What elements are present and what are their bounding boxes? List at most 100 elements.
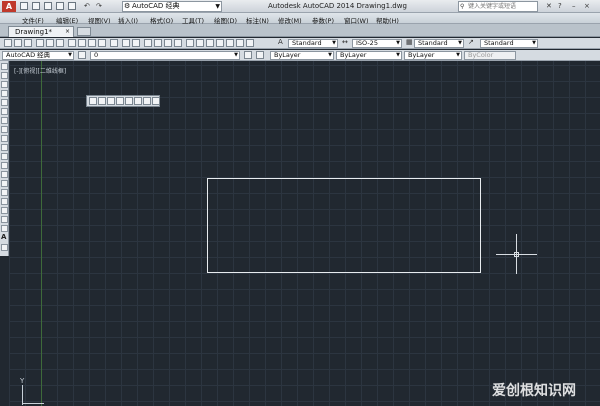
help-icon[interactable]: [246, 39, 254, 47]
calculator-icon[interactable]: [236, 39, 244, 47]
insert-block-icon[interactable]: [1, 162, 8, 169]
new-tab-button[interactable]: [77, 27, 91, 36]
table-style-value: Standard: [418, 39, 448, 47]
block-editor-icon[interactable]: [110, 39, 118, 47]
binoculars-icon: ⚲: [460, 3, 465, 10]
dim-style-select[interactable]: ISO-25 ▼: [352, 39, 402, 48]
ellipse-arc-icon[interactable]: [1, 153, 8, 160]
close-icon[interactable]: ×: [584, 2, 590, 10]
zoom-out-icon[interactable]: [143, 97, 151, 105]
multiline-text-icon[interactable]: A: [1, 233, 6, 241]
sheet-set-icon[interactable]: [216, 39, 224, 47]
copy-icon[interactable]: [78, 39, 86, 47]
chevron-down-icon: ▼: [332, 40, 336, 46]
undo-icon[interactable]: ↶: [84, 2, 90, 10]
circle-icon[interactable]: [1, 117, 8, 124]
chevron-down-icon: ▼: [396, 52, 400, 58]
publish-icon[interactable]: [56, 39, 64, 47]
linetype-value: ByLayer: [340, 51, 367, 59]
region-icon[interactable]: [1, 207, 8, 214]
chevron-down-icon: ▼: [396, 40, 400, 46]
layer-select[interactable]: 0 ▼: [90, 51, 240, 60]
zoom-realtime-icon[interactable]: [154, 39, 162, 47]
zoom-object-icon[interactable]: [125, 97, 133, 105]
new-file-icon[interactable]: [4, 39, 12, 47]
make-block-icon[interactable]: [1, 171, 8, 178]
point-icon[interactable]: [1, 180, 8, 187]
construction-line-icon[interactable]: [1, 72, 8, 79]
redo-icon[interactable]: ↷: [96, 2, 102, 10]
draw-toolbar: A: [0, 61, 9, 256]
tool-palettes-icon[interactable]: [206, 39, 214, 47]
search-input[interactable]: ⚲ 键入关键字或短语: [458, 1, 538, 12]
line-icon[interactable]: [1, 63, 8, 70]
chevron-down-icon: ▼: [234, 52, 238, 58]
new-file-icon[interactable]: [20, 2, 28, 10]
open-file-icon[interactable]: [32, 2, 40, 10]
layer-previous-icon[interactable]: [256, 51, 264, 59]
help-icon[interactable]: ?: [558, 2, 562, 10]
polygon-icon[interactable]: [1, 90, 8, 97]
autocad-logo-icon[interactable]: A: [2, 1, 16, 12]
layer-properties-icon[interactable]: [78, 51, 86, 59]
y-axis-line: [41, 61, 42, 406]
window-title: Autodesk AutoCAD 2014 Drawing1.dwg: [268, 2, 407, 10]
minimize-icon[interactable]: –: [572, 2, 576, 10]
revision-cloud-icon[interactable]: [1, 126, 8, 133]
zoom-center-icon[interactable]: [116, 97, 124, 105]
table-style-icon: ▦: [406, 38, 413, 46]
print-icon[interactable]: [68, 2, 76, 10]
redo-icon[interactable]: [132, 39, 140, 47]
table-style-select[interactable]: Standard ▼: [414, 39, 464, 48]
exchange-icon[interactable]: ✕: [546, 2, 552, 10]
table-icon[interactable]: [1, 216, 8, 223]
cut-icon[interactable]: [68, 39, 76, 47]
polyline-icon[interactable]: [1, 81, 8, 88]
zoom-window-icon[interactable]: [164, 39, 172, 47]
zoom-scale-icon[interactable]: [107, 97, 115, 105]
rectangle-icon[interactable]: [1, 99, 8, 106]
gear-icon: ⚙: [124, 2, 131, 10]
match-properties-icon[interactable]: [98, 39, 106, 47]
arc-icon[interactable]: [1, 108, 8, 115]
plot-preview-icon[interactable]: [46, 39, 54, 47]
zoom-window-icon[interactable]: [89, 97, 97, 105]
close-icon[interactable]: ×: [65, 27, 70, 37]
zoom-all-icon[interactable]: [152, 97, 160, 105]
chevron-down-icon: ▼: [456, 52, 460, 58]
hatch-icon[interactable]: [1, 189, 8, 196]
open-file-icon[interactable]: [14, 39, 22, 47]
pan-icon[interactable]: [144, 39, 152, 47]
save-icon[interactable]: [24, 39, 32, 47]
chevron-down-icon: ▼: [458, 40, 462, 46]
save-as-icon[interactable]: [56, 2, 64, 10]
spline-icon[interactable]: [1, 135, 8, 142]
make-current-layer-icon[interactable]: [244, 51, 252, 59]
lineweight-select[interactable]: ByLayer ▼: [404, 51, 462, 60]
zoom-previous-icon[interactable]: [174, 39, 182, 47]
workspace-select[interactable]: ⚙ AutoCAD 经典 ▼: [122, 1, 222, 12]
tab-drawing1[interactable]: Drawing1* ×: [8, 26, 74, 37]
add-selected-icon[interactable]: [1, 225, 8, 232]
multileader-style-select[interactable]: Standard ▼: [480, 39, 538, 48]
print-icon[interactable]: [36, 39, 44, 47]
zoom-dynamic-icon[interactable]: [98, 97, 106, 105]
dim-style-value: ISO-25: [356, 39, 378, 47]
ellipse-icon[interactable]: [1, 144, 8, 151]
gradient-icon[interactable]: [1, 198, 8, 205]
paste-icon[interactable]: [88, 39, 96, 47]
drawn-rectangle[interactable]: [207, 178, 481, 273]
markup-icon[interactable]: [226, 39, 234, 47]
standard-toolbar: A Standard ▼ ↔ ISO-25 ▼ ▦ Standard ▼ ↗ Stan…: [0, 38, 600, 49]
workspace-combo[interactable]: AutoCAD 经典 ▼: [2, 51, 74, 60]
viewport-controls[interactable]: [-][俯视][二维线框]: [14, 66, 66, 75]
linetype-select[interactable]: ByLayer ▼: [336, 51, 402, 60]
save-icon[interactable]: [44, 2, 52, 10]
properties-icon[interactable]: [186, 39, 194, 47]
color-select[interactable]: ByLayer ▼: [270, 51, 334, 60]
add-selected-icon[interactable]: [1, 244, 8, 251]
undo-icon[interactable]: [122, 39, 130, 47]
design-center-icon[interactable]: [196, 39, 204, 47]
text-style-select[interactable]: Standard ▼: [288, 39, 338, 48]
zoom-in-icon[interactable]: [134, 97, 142, 105]
